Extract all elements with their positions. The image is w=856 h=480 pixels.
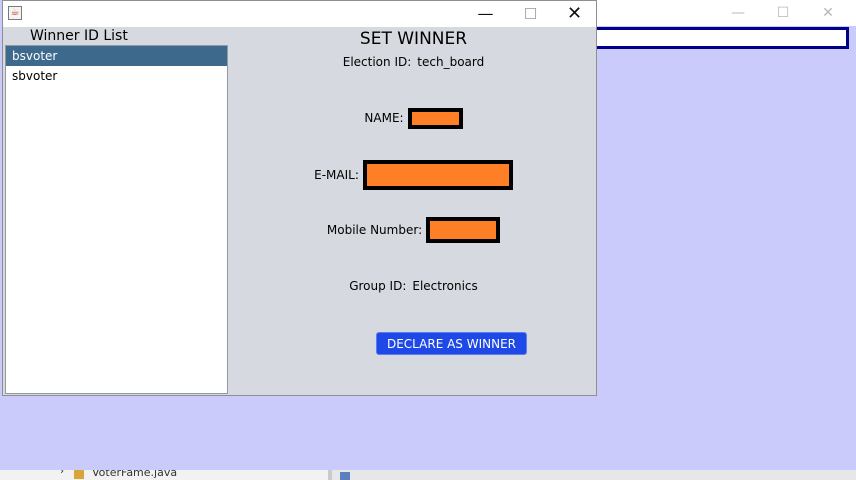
pane-divider[interactable] [328, 470, 332, 480]
java-app-icon[interactable]: ☕ [8, 6, 22, 20]
output-icon [340, 472, 350, 480]
maximize-button[interactable]: ☐ [508, 1, 553, 27]
name-row: NAME: [231, 107, 596, 129]
group-id-value: Electronics [412, 279, 478, 293]
set-winner-window: ☕ — ☐ ✕ Winner ID List bsvoter sbvoter S… [2, 0, 597, 396]
tree-expand-icon[interactable]: › [60, 470, 64, 477]
background-file-tree-strip: › VoterFame.java [0, 470, 856, 480]
email-value-redacted [362, 160, 513, 190]
group-id-row: Group ID: Electronics [231, 276, 596, 296]
name-value-redacted [407, 107, 463, 129]
background-minimize-icon[interactable]: — [724, 4, 752, 22]
election-id-value: tech_board [417, 55, 485, 69]
winner-list-heading: Winner ID List [30, 28, 128, 44]
mobile-row: Mobile Number: [231, 217, 596, 243]
election-id-label: Election ID: [342, 55, 412, 69]
list-item-sbvoter[interactable]: sbvoter [6, 66, 227, 86]
declare-winner-button[interactable]: DECLARE AS WINNER [376, 332, 527, 355]
mobile-value-redacted [426, 217, 501, 243]
mobile-label: Mobile Number: [326, 223, 423, 237]
minimize-button[interactable]: — [463, 1, 508, 27]
email-row: E-MAIL: [231, 160, 596, 190]
close-button[interactable]: ✕ [552, 1, 597, 27]
group-id-label: Group ID: [349, 279, 407, 293]
winner-id-list[interactable]: bsvoter sbvoter [5, 45, 228, 394]
background-close-icon[interactable]: ✕ [814, 4, 842, 22]
background-text-field[interactable] [594, 27, 849, 49]
background-maximize-icon[interactable]: ☐ [769, 4, 797, 22]
title-bar: ☕ — ☐ ✕ [3, 1, 596, 27]
list-item-bsvoter[interactable]: bsvoter [6, 46, 227, 66]
name-label: NAME: [364, 111, 404, 125]
email-label: E-MAIL: [314, 168, 359, 182]
form-title: SET WINNER [359, 29, 468, 49]
background-titlebar: — ☐ ✕ [597, 0, 856, 26]
election-id-row: Election ID: tech_board [231, 52, 596, 72]
background-file-label[interactable]: VoterFame.java [92, 470, 177, 479]
java-file-icon [74, 470, 84, 479]
